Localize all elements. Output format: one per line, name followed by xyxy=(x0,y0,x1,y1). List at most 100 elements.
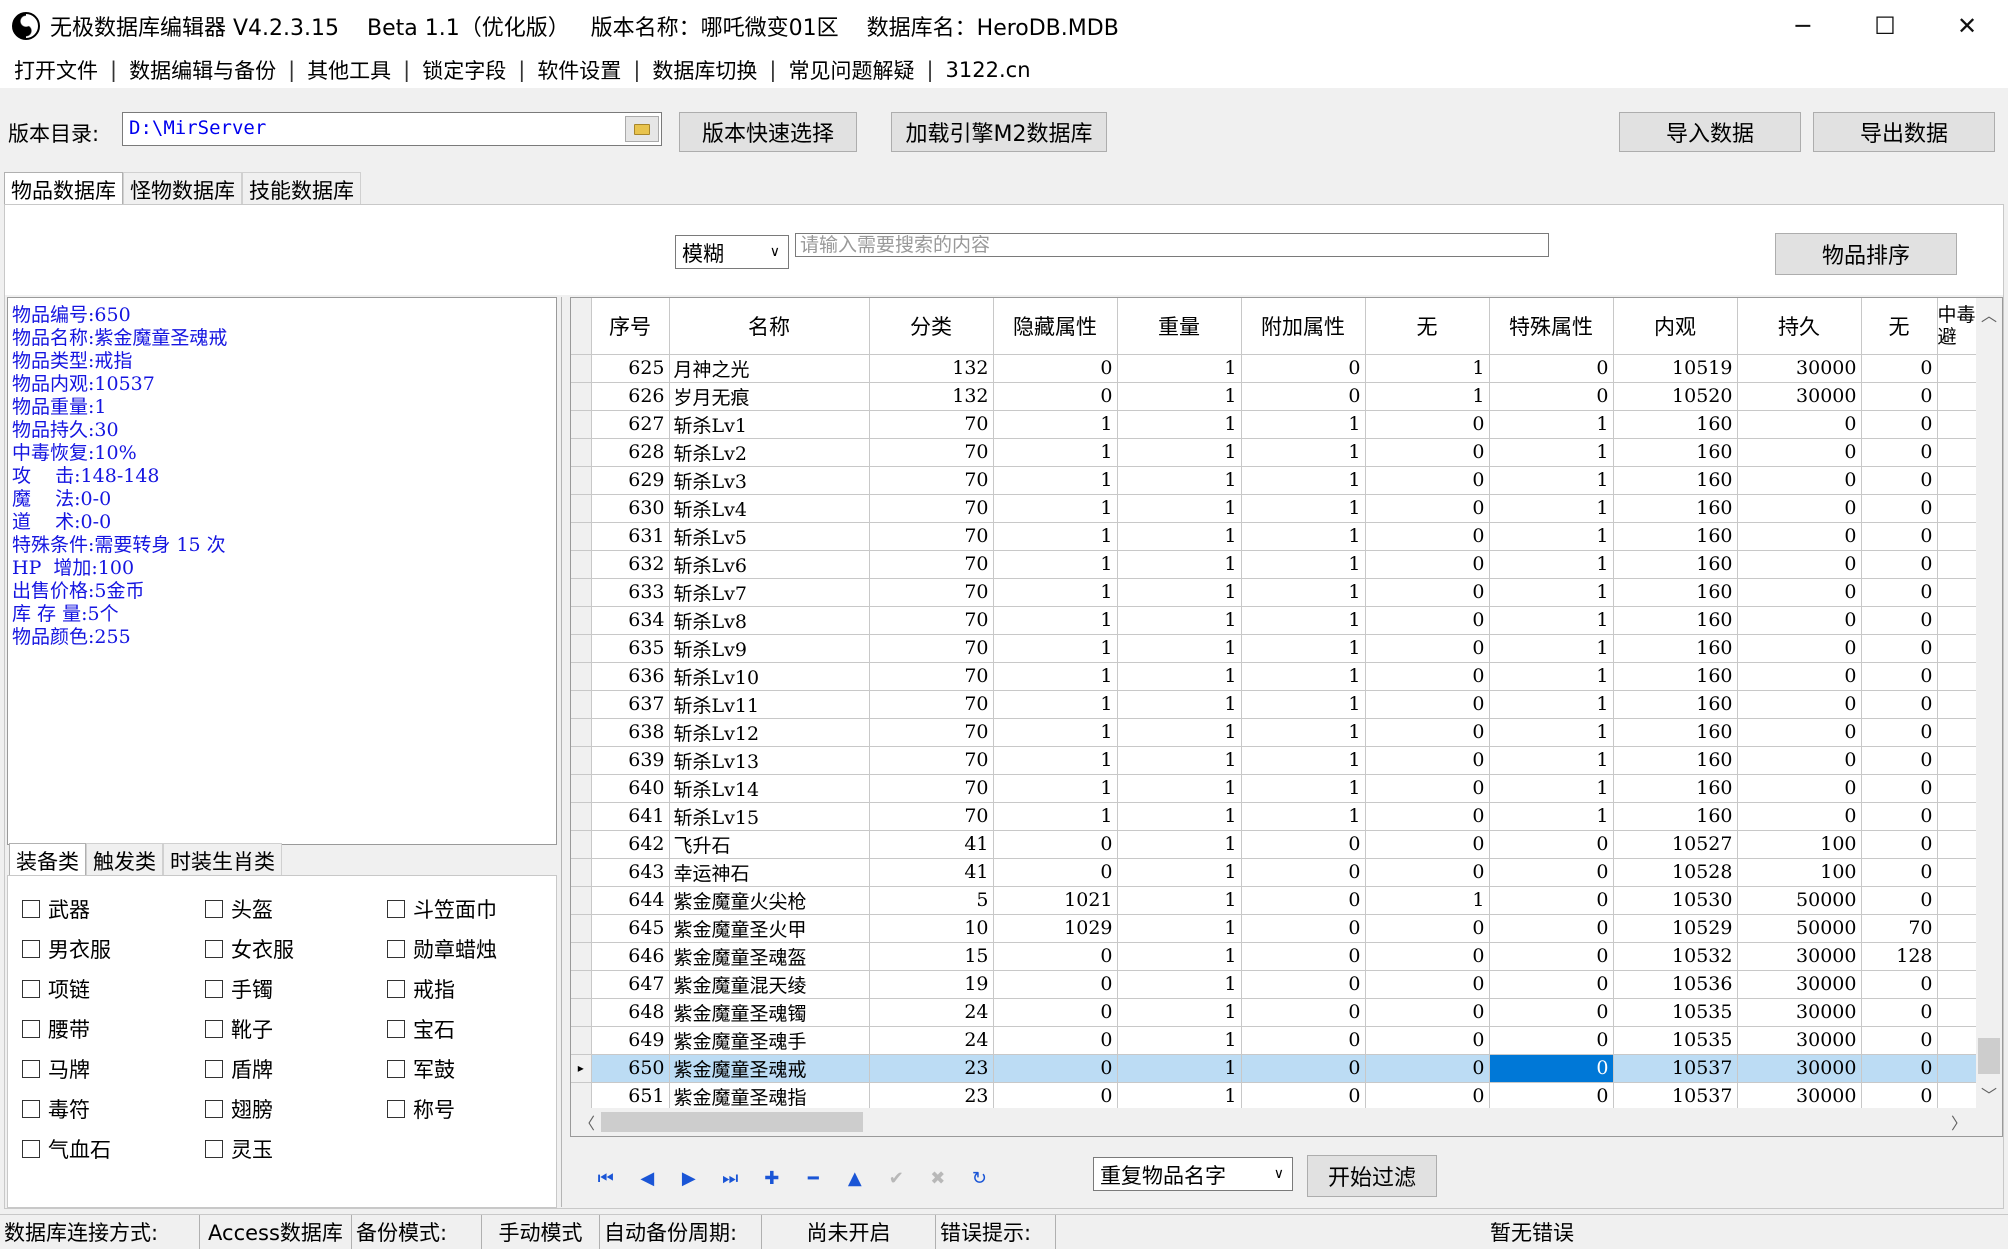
table-cell[interactable]: 1 xyxy=(1117,718,1242,747)
table-cell[interactable]: 23 xyxy=(869,1054,994,1083)
table-cell[interactable]: 637 xyxy=(591,690,670,719)
table-cell[interactable]: 0 xyxy=(993,970,1118,999)
table-cell[interactable]: 160 xyxy=(1613,606,1738,635)
category-checkbox[interactable]: 戒指 xyxy=(387,974,455,1004)
table-cell[interactable]: 1 xyxy=(1117,802,1242,831)
table-cell[interactable]: 0 xyxy=(1861,410,1938,439)
table-cell[interactable]: 斩杀Lv6 xyxy=(669,550,870,579)
table-cell[interactable]: 160 xyxy=(1613,550,1738,579)
table-cell[interactable]: 0 xyxy=(1737,410,1862,439)
row-indicator[interactable] xyxy=(571,1082,592,1111)
table-cell[interactable]: 10536 xyxy=(1613,970,1738,999)
table-cell[interactable]: 1 xyxy=(1117,886,1242,915)
table-cell[interactable]: 70 xyxy=(869,494,994,523)
column-header[interactable]: 持久 xyxy=(1737,298,1862,355)
table-cell[interactable]: 128 xyxy=(1861,942,1938,971)
quick-select-button[interactable]: 版本快速选择 xyxy=(679,112,857,152)
table-cell[interactable]: 0 xyxy=(1489,942,1614,971)
table-cell[interactable]: 0 xyxy=(1737,606,1862,635)
checkbox-square[interactable] xyxy=(387,1020,405,1038)
table-cell[interactable]: 10528 xyxy=(1613,858,1738,887)
table-cell[interactable]: 1 xyxy=(1489,718,1614,747)
table-cell[interactable]: 1 xyxy=(1489,690,1614,719)
checkbox-square[interactable] xyxy=(205,900,223,918)
table-cell[interactable]: 100 xyxy=(1737,830,1862,859)
table-cell[interactable]: 0 xyxy=(1861,970,1938,999)
column-header[interactable]: 分类 xyxy=(869,298,994,355)
table-cell[interactable]: 627 xyxy=(591,410,670,439)
table-cell[interactable]: 0 xyxy=(1489,354,1614,383)
category-checkbox[interactable]: 盾牌 xyxy=(205,1054,273,1084)
table-cell[interactable]: 70 xyxy=(869,774,994,803)
version-dir-input[interactable]: D:\MirServer xyxy=(122,112,662,146)
table-cell[interactable]: 70 xyxy=(869,578,994,607)
category-checkbox[interactable]: 头盔 xyxy=(205,894,273,924)
table-cell[interactable]: 0 xyxy=(1489,998,1614,1027)
table-cell[interactable]: 紫金魔童圣魂指 xyxy=(669,1082,870,1111)
table-cell[interactable]: 630 xyxy=(591,494,670,523)
table-cell[interactable]: 70 xyxy=(869,410,994,439)
category-checkbox[interactable]: 勋章蜡烛 xyxy=(387,934,497,964)
table-cell[interactable]: 0 xyxy=(993,998,1118,1027)
menu-item[interactable]: 其他工具 xyxy=(301,55,397,85)
table-cell[interactable]: 1029 xyxy=(993,914,1118,943)
table-cell[interactable]: 30000 xyxy=(1737,354,1862,383)
table-row[interactable]: 648 紫金魔童圣魂镯 24 0 1 0 0 0 10535 30000 0 xyxy=(571,998,1998,1027)
table-row[interactable]: 636 斩杀Lv10 70 1 1 1 0 1 160 0 0 xyxy=(571,662,1998,691)
start-filter-button[interactable]: 开始过滤 xyxy=(1307,1155,1437,1197)
table-row[interactable]: 651 紫金魔童圣魂指 23 0 1 0 0 0 10537 30000 0 xyxy=(571,1082,1998,1111)
table-row[interactable]: 629 斩杀Lv3 70 1 1 1 0 1 160 0 0 xyxy=(571,466,1998,495)
table-cell[interactable]: 0 xyxy=(1365,634,1490,663)
checkbox-square[interactable] xyxy=(22,940,40,958)
table-cell[interactable]: 0 xyxy=(1861,438,1938,467)
table-row[interactable]: 631 斩杀Lv5 70 1 1 1 0 1 160 0 0 xyxy=(571,522,1998,551)
category-checkbox[interactable]: 手镯 xyxy=(205,974,273,1004)
table-cell[interactable]: 斩杀Lv1 xyxy=(669,410,870,439)
table-cell[interactable]: 5 xyxy=(869,886,994,915)
vertical-scrollbar[interactable]: ︿ ﹀ xyxy=(1976,298,2002,1108)
last-record-icon[interactable]: ⏭ xyxy=(710,1168,752,1189)
table-cell[interactable]: 1 xyxy=(1117,858,1242,887)
close-button[interactable]: ✕ xyxy=(1926,0,2008,52)
table-cell[interactable]: 0 xyxy=(1861,690,1938,719)
table-cell[interactable]: 648 xyxy=(591,998,670,1027)
category-checkbox[interactable]: 马牌 xyxy=(22,1054,90,1084)
menu-item[interactable]: 数据库切换 xyxy=(646,55,763,85)
table-cell[interactable]: 1 xyxy=(1117,634,1242,663)
table-cell[interactable]: 0 xyxy=(1241,858,1366,887)
table-cell[interactable]: 70 xyxy=(869,718,994,747)
checkbox-square[interactable] xyxy=(205,980,223,998)
table-cell[interactable]: 斩杀Lv2 xyxy=(669,438,870,467)
table-cell[interactable]: 70 xyxy=(869,690,994,719)
table-cell[interactable]: 0 xyxy=(1241,998,1366,1027)
table-cell[interactable]: 0 xyxy=(1861,802,1938,831)
table-cell[interactable]: 0 xyxy=(1365,494,1490,523)
table-cell[interactable]: 1 xyxy=(1117,1054,1242,1083)
table-cell[interactable]: 0 xyxy=(1241,942,1366,971)
tab-fashion-zodiac[interactable]: 时装生肖类 xyxy=(163,843,282,875)
table-cell[interactable]: 0 xyxy=(1489,886,1614,915)
table-cell[interactable]: 70 xyxy=(869,550,994,579)
table-cell[interactable]: 1 xyxy=(1241,718,1366,747)
table-cell[interactable]: 0 xyxy=(1365,858,1490,887)
table-cell[interactable]: 1 xyxy=(1241,410,1366,439)
table-cell[interactable]: 649 xyxy=(591,1026,670,1055)
checkbox-square[interactable] xyxy=(22,980,40,998)
table-cell[interactable]: 100 xyxy=(1737,858,1862,887)
table-cell[interactable]: 0 xyxy=(1861,1082,1938,1111)
table-cell[interactable]: 飞升石 xyxy=(669,830,870,859)
edit-record-icon[interactable]: ▲ xyxy=(834,1168,876,1189)
column-header[interactable]: 内观 xyxy=(1613,298,1738,355)
table-cell[interactable]: 0 xyxy=(1861,494,1938,523)
tab-monster-database[interactable]: 怪物数据库 xyxy=(123,172,242,204)
import-data-button[interactable]: 导入数据 xyxy=(1619,112,1801,152)
category-checkbox[interactable]: 灵玉 xyxy=(205,1134,273,1164)
table-cell[interactable]: 0 xyxy=(1365,690,1490,719)
search-input[interactable]: 请输入需要搜索的内容 xyxy=(795,233,1549,257)
table-cell[interactable]: 160 xyxy=(1613,690,1738,719)
table-cell[interactable]: 1 xyxy=(1365,354,1490,383)
scroll-left-icon[interactable]: 〈 xyxy=(579,1110,595,1134)
table-cell[interactable]: 0 xyxy=(1861,858,1938,887)
row-indicator[interactable] xyxy=(571,662,592,691)
table-cell[interactable]: 1 xyxy=(993,522,1118,551)
